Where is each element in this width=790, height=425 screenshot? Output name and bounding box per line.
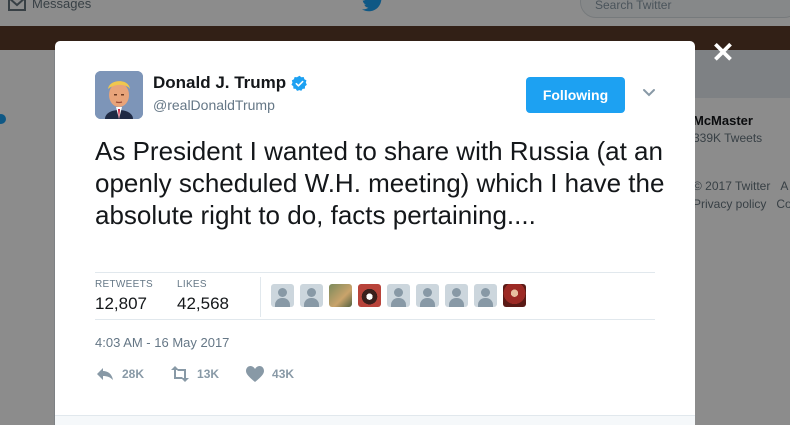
chevron-down-icon[interactable] [641,85,657,101]
like-count: 43K [272,367,295,381]
retweets-label: RETWEETS [95,279,153,290]
liker-avatars [271,284,526,307]
retweet-icon [171,366,190,382]
retweet-count: 13K [197,367,220,381]
likes-value: 42,568 [177,294,229,313]
tweet-actions: 28K 13K 43K [95,366,320,382]
liker-avatar[interactable] [416,284,439,307]
liker-avatar[interactable] [358,284,381,307]
likes-label: LIKES [177,279,207,290]
reply-count: 28K [122,367,145,381]
verified-icon [291,75,308,91]
retweets-stat[interactable]: RETWEETS 12,807 [95,279,153,314]
likes-stat[interactable]: LIKES 42,568 [177,279,229,314]
liker-avatar[interactable] [300,284,323,307]
stats-separator [260,277,261,317]
user-handle[interactable]: @realDonaldTrump [153,97,275,113]
reply-button[interactable]: 28K [95,366,144,382]
tweet-text: As President I wanted to share with Russ… [95,136,665,230]
avatar[interactable] [95,71,143,119]
liker-avatar[interactable] [445,284,468,307]
reply-icon [97,368,113,380]
divider [95,272,655,273]
liker-avatar[interactable] [329,284,352,307]
liker-avatar[interactable] [503,284,526,307]
display-name[interactable]: Donald J. Trump [153,73,308,93]
close-icon[interactable]: ✕ [710,39,736,67]
retweets-value: 12,807 [95,294,147,313]
liker-avatar[interactable] [387,284,410,307]
liker-avatar[interactable] [474,284,497,307]
retweet-button[interactable]: 13K [170,366,219,382]
following-button[interactable]: Following [526,77,625,113]
liker-avatar[interactable] [271,284,294,307]
tweet-modal: Donald J. Trump @realDonaldTrump Followi… [55,41,695,425]
avatar-portrait [95,71,143,119]
divider [95,319,655,320]
reply-box-strip [55,415,695,425]
like-button[interactable]: 43K [245,366,294,382]
like-icon [246,366,265,382]
display-name-text: Donald J. Trump [153,73,287,92]
tweet-timestamp[interactable]: 4:03 AM - 16 May 2017 [95,335,229,350]
